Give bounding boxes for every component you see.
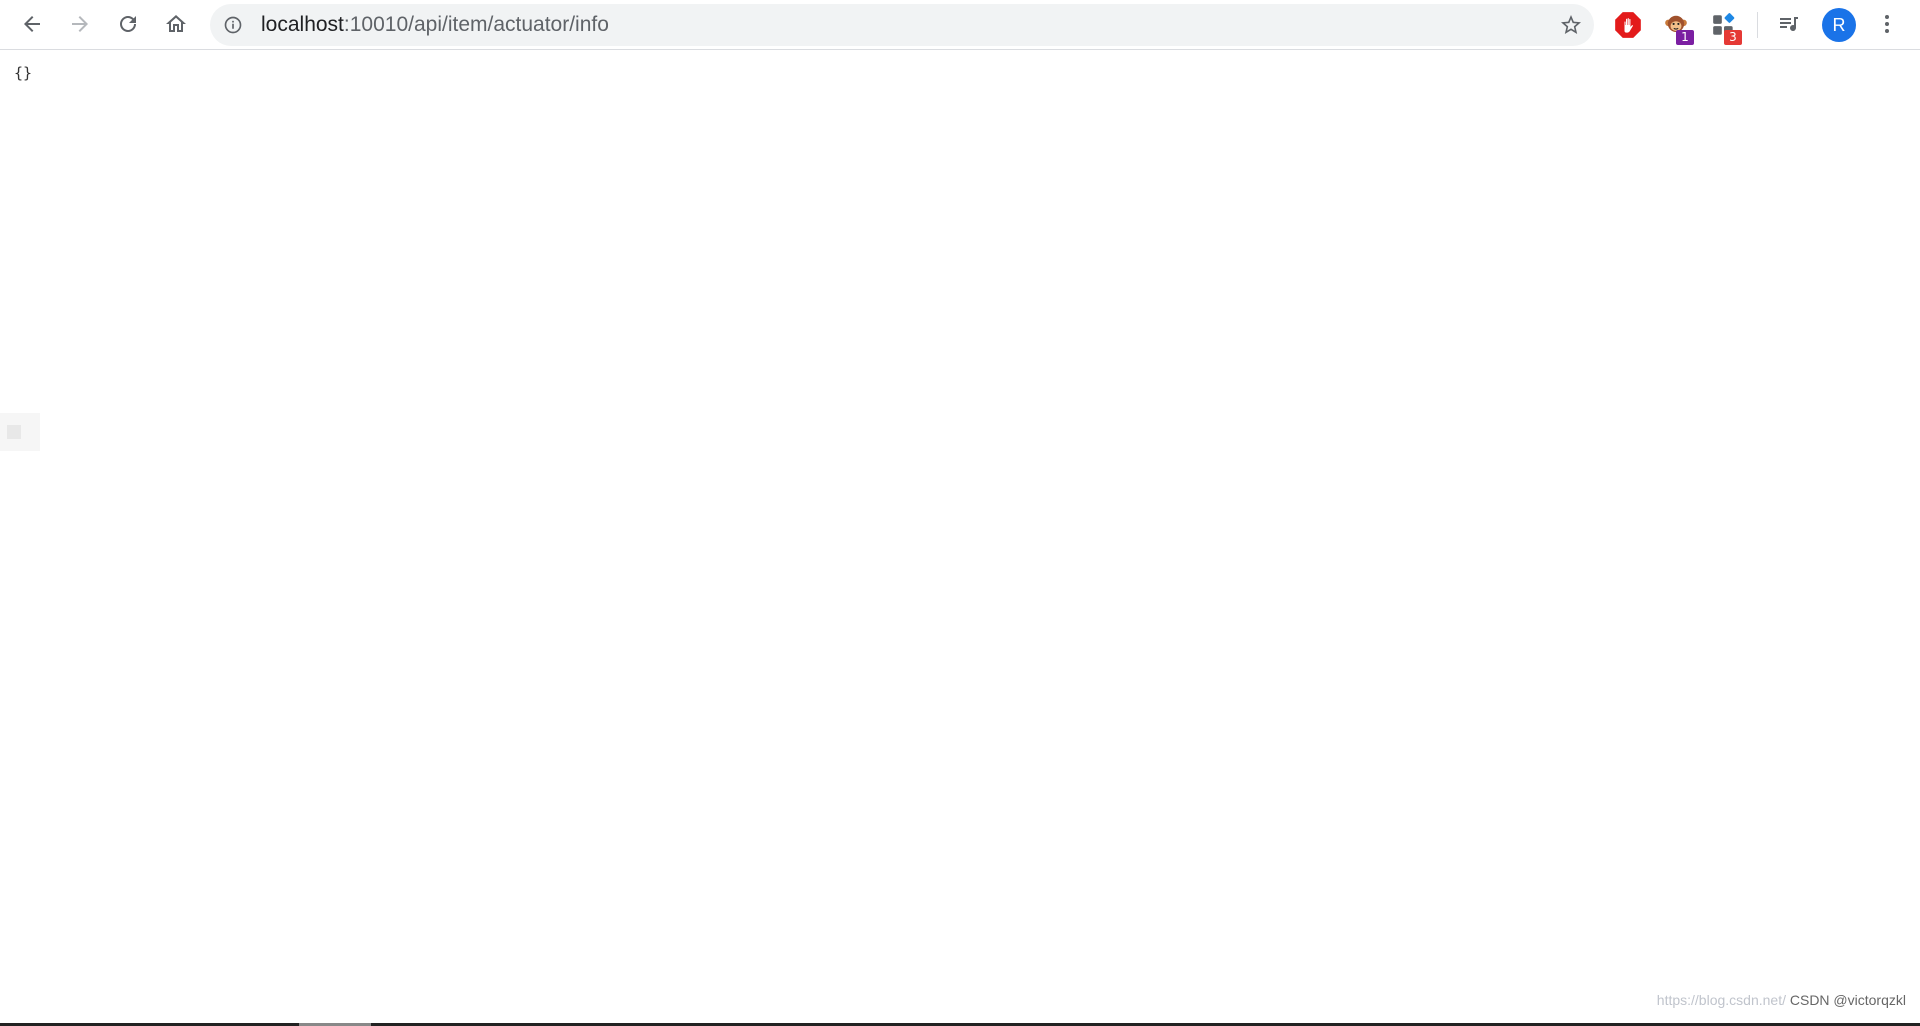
star-outline-icon (1561, 15, 1581, 34)
watermark-csdn: CSDN @victorqzkl (1789, 992, 1906, 1008)
tampermonkey-extension[interactable]: 1 (1660, 9, 1694, 45)
side-widget-square-icon (7, 425, 21, 439)
reload-button[interactable] (109, 5, 147, 43)
bookmark-button[interactable] (1558, 12, 1584, 38)
info-circle-icon[interactable] (222, 14, 244, 36)
url-path: :10010/api/item/actuator/info (343, 13, 609, 36)
media-queue-icon (1780, 17, 1798, 31)
url-text[interactable]: localhost:10010/api/item/actuator/info (261, 4, 609, 46)
floating-side-widget[interactable] (0, 413, 40, 451)
back-button[interactable] (13, 5, 51, 43)
arrow-left-icon (24, 16, 40, 32)
url-host: localhost (261, 13, 344, 36)
browser-toolbar: localhost:10010/api/item/actuator/info 1 (0, 0, 1920, 50)
home-button[interactable] (157, 5, 195, 43)
puzzle-extension[interactable]: 3 (1708, 9, 1742, 45)
adblock-extension[interactable] (1612, 9, 1644, 41)
puzzle-badge: 3 (1724, 30, 1742, 45)
browser-menu-button[interactable] (1868, 5, 1906, 43)
home-icon (166, 15, 186, 32)
profile-avatar[interactable]: R (1822, 8, 1856, 42)
toolbar-separator (1757, 12, 1758, 38)
arrow-right-icon (72, 16, 88, 32)
watermark-url: https://blog.csdn.net/ (1656, 992, 1786, 1008)
tampermonkey-badge: 1 (1676, 30, 1694, 45)
json-response-body: {} (14, 64, 33, 82)
address-bar[interactable]: localhost:10010/api/item/actuator/info (210, 4, 1594, 46)
media-control-button[interactable] (1770, 5, 1808, 43)
hand-stop-icon (1615, 12, 1641, 38)
forward-button[interactable] (61, 5, 99, 43)
watermark: https://blog.csdn.net/ CSDN @victorqzkl (1657, 992, 1906, 1008)
kebab-menu-icon (1885, 15, 1889, 33)
reload-icon (120, 15, 136, 32)
